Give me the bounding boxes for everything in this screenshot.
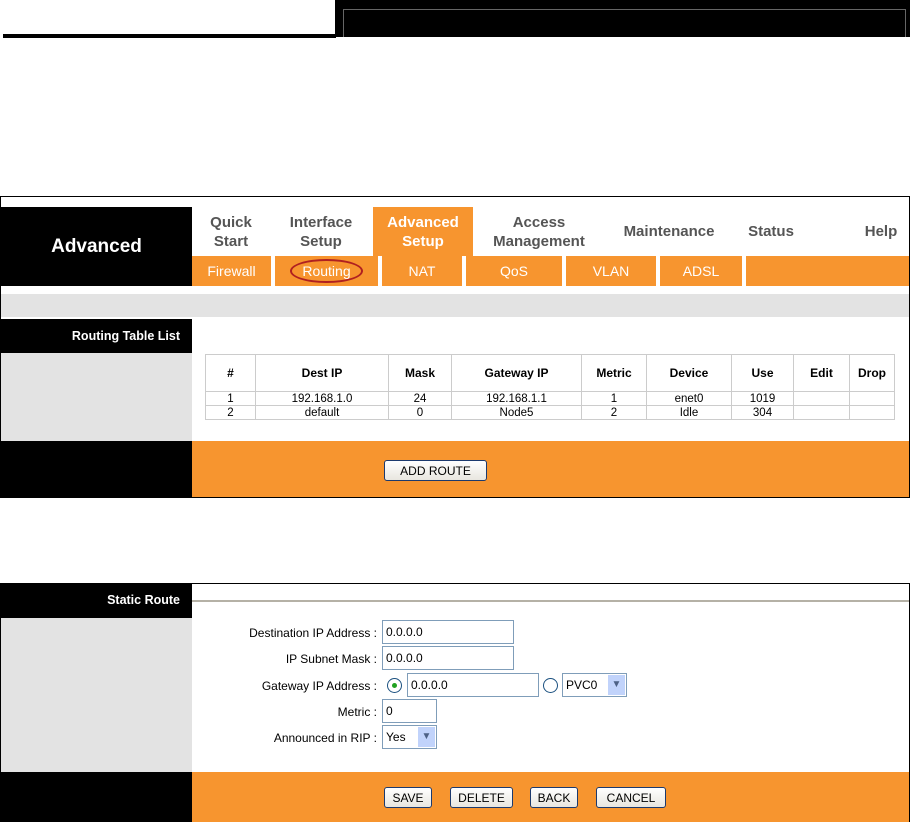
- gateway-ip-label: Gateway IP Address :: [261, 679, 377, 693]
- table-cell: Idle: [646, 405, 732, 420]
- gateway-ip-input[interactable]: 0.0.0.0: [407, 673, 539, 697]
- table-cell: 0: [388, 405, 452, 420]
- rip-value: Yes: [386, 730, 406, 744]
- section-title: Advanced: [1, 207, 192, 286]
- static-route-title: Static Route: [1, 584, 192, 618]
- pvc-value: PVC0: [566, 678, 598, 692]
- table-cell: Node5: [451, 405, 582, 420]
- table-cell: 192.168.1.0: [255, 391, 389, 406]
- table-cell[interactable]: [849, 391, 895, 406]
- table-cell: 24: [388, 391, 452, 406]
- chevron-down-icon: ▼: [418, 727, 435, 747]
- pvc-select[interactable]: PVC0 ▼: [562, 673, 627, 697]
- save-button[interactable]: SAVE: [384, 787, 432, 808]
- subnet-mask-input[interactable]: 0.0.0.0: [382, 646, 514, 670]
- table-cell: 2: [581, 405, 647, 420]
- table-cell: 304: [731, 405, 794, 420]
- gateway-pvc-radio[interactable]: [543, 678, 558, 693]
- footer-bar: [192, 441, 909, 497]
- column-header: #: [205, 354, 256, 392]
- column-header: Metric: [581, 354, 647, 392]
- column-header: Device: [646, 354, 732, 392]
- nav-status[interactable]: Status: [741, 207, 801, 256]
- column-header: Mask: [388, 354, 452, 392]
- subnav-routing-label: Routing: [290, 259, 363, 283]
- table-cell: 1: [205, 391, 256, 406]
- table-cell[interactable]: [849, 405, 895, 420]
- nav-quick-start[interactable]: Quick Start: [201, 207, 261, 256]
- nav-help[interactable]: Help: [856, 207, 906, 256]
- sub-nav: Firewall Routing NAT QoS VLAN ADSL: [192, 256, 909, 286]
- table-row: 1 192.168.1.0 24 192.168.1.1 1 enet0 1019: [205, 391, 895, 406]
- metric-input[interactable]: 0: [382, 699, 437, 723]
- nav-access-management[interactable]: Access Management: [481, 207, 597, 256]
- nav-maintenance[interactable]: Maintenance: [613, 207, 725, 256]
- chevron-down-icon: ▼: [608, 675, 625, 695]
- column-header: Gateway IP: [451, 354, 582, 392]
- column-header: Use: [731, 354, 794, 392]
- table-cell: 1: [581, 391, 647, 406]
- table-cell: 192.168.1.1: [451, 391, 582, 406]
- left-column: [1, 618, 192, 772]
- gateway-ip-radio[interactable]: [387, 678, 402, 693]
- left-column: [1, 353, 192, 441]
- subnet-mask-label: IP Subnet Mask :: [285, 652, 377, 666]
- table-row: 2 default 0 Node5 2 Idle 304: [205, 405, 895, 420]
- rip-select[interactable]: Yes ▼: [382, 725, 437, 749]
- cancel-button[interactable]: CANCEL: [596, 787, 666, 808]
- table-cell: default: [255, 405, 389, 420]
- nav-interface-setup[interactable]: Interface Setup: [279, 207, 363, 256]
- table-cell: 1019: [731, 391, 794, 406]
- table-cell[interactable]: [793, 405, 850, 420]
- dest-ip-label: Destination IP Address :: [249, 626, 377, 640]
- dest-ip-input[interactable]: 0.0.0.0: [382, 620, 514, 644]
- column-header: Dest IP: [255, 354, 389, 392]
- table-cell: enet0: [646, 391, 732, 406]
- subnav-adsl[interactable]: ADSL: [660, 256, 746, 286]
- subnav-firewall[interactable]: Firewall: [192, 256, 275, 286]
- header-rule: [3, 34, 336, 38]
- table-cell[interactable]: [793, 391, 850, 406]
- nav-advanced-setup[interactable]: Advanced Setup: [373, 207, 473, 256]
- header-bar: [335, 0, 910, 37]
- divider: [192, 600, 909, 602]
- static-route-panel: Static Route Destination IP Address : 0.…: [0, 583, 910, 822]
- column-header: Edit: [793, 354, 850, 392]
- back-button[interactable]: BACK: [530, 787, 578, 808]
- table-cell: 2: [205, 405, 256, 420]
- routing-table-title: Routing Table List: [1, 319, 192, 353]
- add-route-button[interactable]: ADD ROUTE: [384, 460, 487, 481]
- subnav-vlan[interactable]: VLAN: [566, 256, 660, 286]
- spacer-band: [1, 294, 909, 317]
- column-header: Drop: [849, 354, 895, 392]
- subnav-nat[interactable]: NAT: [382, 256, 466, 286]
- routing-panel: Advanced Quick Start Interface Setup Adv…: [0, 196, 910, 498]
- rip-label: Announced in RIP :: [273, 731, 377, 745]
- subnav-qos[interactable]: QoS: [466, 256, 566, 286]
- delete-button[interactable]: DELETE: [450, 787, 513, 808]
- footer-left: [1, 772, 192, 822]
- subnav-routing[interactable]: Routing: [275, 256, 382, 286]
- routing-table: # Dest IP Mask Gateway IP Metric Device Use Edi…: [205, 354, 895, 420]
- footer-left: [1, 441, 192, 497]
- metric-label: Metric :: [337, 705, 377, 719]
